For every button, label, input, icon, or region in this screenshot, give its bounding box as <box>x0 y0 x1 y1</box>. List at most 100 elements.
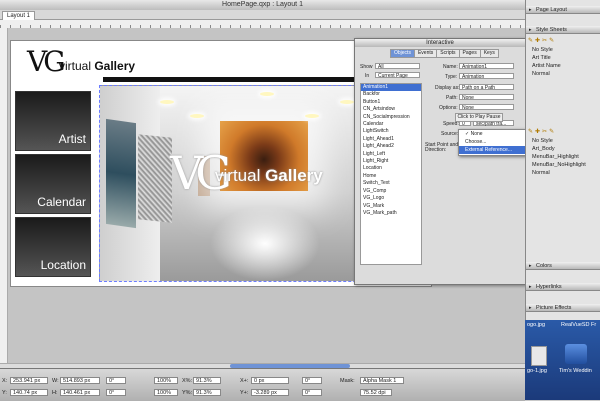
char-style-item[interactable]: Normal <box>532 170 550 176</box>
image-file-icon[interactable] <box>531 346 547 366</box>
para-style-item[interactable]: Artist Name <box>532 63 561 69</box>
menu-item-none[interactable]: ✓ None <box>459 130 525 138</box>
tab-keys[interactable]: Keys <box>479 49 499 58</box>
nav-block-artist[interactable]: Artist <box>15 91 91 151</box>
h-label: H: <box>52 390 58 396</box>
lamp-icon <box>340 100 354 104</box>
play-pause-button[interactable]: Click to Play Pause <box>455 113 503 122</box>
options-select[interactable]: None <box>459 104 514 111</box>
vertical-ruler[interactable] <box>0 28 8 363</box>
x-field[interactable]: 253.941 px <box>10 377 48 384</box>
object-list-item[interactable]: CN_Socialmpression <box>361 114 421 121</box>
show-select[interactable]: All <box>375 63 420 70</box>
para-style-item[interactable]: No Style <box>532 47 553 53</box>
object-list-item[interactable]: Button1 <box>361 99 421 106</box>
overlay-text-light: virtual <box>215 166 266 185</box>
nav-block-location[interactable]: Location <box>15 217 91 277</box>
overlay-text-bold: Gallery <box>265 166 323 185</box>
object-list-item[interactable]: Light_Ahead2 <box>361 143 421 150</box>
y-field[interactable]: 140.74 px <box>10 389 48 396</box>
object-list-item[interactable]: Light_Ahead1 <box>361 136 421 143</box>
measurements-palette: X: 253.941 px Y: 140.74 px W: 514.893 px… <box>0 368 525 401</box>
object-list-item[interactable]: VG_Mark <box>361 203 421 210</box>
object-list-item[interactable]: VG_Mark_path <box>361 210 421 217</box>
ypct-field[interactable]: 91.3% <box>193 389 221 396</box>
tab-scripts[interactable]: Scripts <box>436 49 460 58</box>
gallery-painting <box>138 134 172 223</box>
skew-field[interactable]: 0° <box>106 389 126 396</box>
x-label: X: <box>2 378 8 384</box>
yplus-field[interactable]: -3.289 px <box>251 389 289 396</box>
style-sheet-toolbar[interactable]: ✎✚✂✎ <box>528 37 556 45</box>
interactive-palette[interactable]: Interactive Objects Events Scripts Pages Key… <box>354 38 526 285</box>
xpct-field[interactable]: 91.3% <box>193 377 221 384</box>
opacity-field[interactable]: 100% <box>154 377 178 384</box>
object-list-item[interactable]: VG_Comp <box>361 188 421 195</box>
desktop-file[interactable]: Tim's Weddin <box>559 368 592 374</box>
type-select[interactable]: Animation <box>459 73 514 80</box>
logo-text[interactable]: virtual Gallery <box>59 59 135 73</box>
object-list-item[interactable]: Switch_Text <box>361 180 421 187</box>
tab-pages[interactable]: Pages <box>458 49 481 58</box>
w-label: W: <box>52 378 59 384</box>
xplus-field[interactable]: 0 px <box>251 377 289 384</box>
object-list-item[interactable]: CN_Artsindow <box>361 106 421 113</box>
char-style-item[interactable]: No Style <box>532 138 553 144</box>
w-field[interactable]: 514.893 px <box>60 377 100 384</box>
nav-block-calendar[interactable]: Calendar <box>15 154 91 214</box>
object-list-item[interactable]: Home <box>361 173 421 180</box>
in-select[interactable]: Current Page <box>375 72 420 79</box>
desktop-file[interactable]: ogo.jpg <box>527 322 545 328</box>
menu-item-choose[interactable]: Choose... <box>459 138 525 146</box>
yplus-label: Y+: <box>240 390 249 396</box>
options-label: Options: <box>439 105 458 111</box>
picture-skew-field[interactable]: 0° <box>302 389 322 396</box>
desktop-file[interactable]: go-1.jpg <box>527 368 547 374</box>
logo-mark[interactable]: VG <box>27 45 66 78</box>
object-list-item[interactable]: Calendar <box>361 121 421 128</box>
object-list-item[interactable]: Light_Left <box>361 151 421 158</box>
effective-resolution-field: 75.52 dpi <box>360 389 392 396</box>
picture-angle-field[interactable]: 0° <box>302 377 322 384</box>
shade-field[interactable]: 100% <box>154 389 178 396</box>
char-style-item[interactable]: MenuBar_Highlight <box>532 154 579 160</box>
picture-effects-header[interactable]: Picture Effects <box>526 304 600 312</box>
tab-layout-1[interactable]: Layout 1 <box>2 11 36 20</box>
desktop-file[interactable]: RealVueSD Fr <box>561 322 596 328</box>
nav-label-calendar: Calendar <box>37 195 86 209</box>
overlay-logo-text: virtual Gallery <box>215 166 323 186</box>
display-select[interactable]: Path on a Path <box>459 84 514 91</box>
mask-label: Mask: <box>340 378 355 384</box>
tab-objects[interactable]: Objects <box>390 49 415 58</box>
colors-header[interactable]: Colors <box>526 262 600 270</box>
menu-item-external-reference[interactable]: External Reference... <box>459 146 525 154</box>
object-list-item[interactable]: VG_Logo <box>361 195 421 202</box>
source-popup-menu[interactable]: ✓ None Choose... External Reference... <box>458 129 526 156</box>
object-list[interactable]: Animation1 Backfor Button1 CN_Artsindow CN_S… <box>360 83 422 265</box>
tab-events[interactable]: Events <box>413 49 438 58</box>
hyperlinks-header[interactable]: Hyperlinks <box>526 283 600 291</box>
char-style-toolbar[interactable]: ✎✚✂✎ <box>528 128 556 136</box>
rotation-field[interactable]: 0° <box>106 377 126 384</box>
xpct-label: X%: <box>182 378 193 384</box>
folder-icon[interactable] <box>565 344 587 364</box>
object-list-item[interactable]: Backfor <box>361 91 421 98</box>
object-list-item[interactable]: Animation1 <box>361 84 421 92</box>
name-field[interactable]: Animation1 <box>459 63 514 70</box>
para-style-item[interactable]: Art Title <box>532 55 551 61</box>
para-style-item[interactable]: Normal <box>532 71 550 77</box>
object-list-item[interactable]: Location <box>361 165 421 172</box>
interactive-palette-title[interactable]: Interactive <box>355 39 525 47</box>
h-field[interactable]: 140.461 px <box>60 389 100 396</box>
page-layout-header[interactable]: Page Layout <box>526 6 600 14</box>
palette-dock: Page Layout Style Sheets ✎✚✂✎ No Style A… <box>525 0 600 320</box>
char-style-item[interactable]: Art_Body <box>532 146 555 152</box>
mask-select[interactable]: Alpha Mask 1 <box>360 377 404 384</box>
char-style-item[interactable]: MenuBar_NoHighlight <box>532 162 586 168</box>
ypct-label: Y%: <box>182 390 193 396</box>
object-list-item[interactable]: Light_Right <box>361 158 421 165</box>
path-select[interactable]: None <box>459 94 514 101</box>
object-list-item[interactable]: LightSwitch <box>361 128 421 135</box>
style-sheets-header[interactable]: Style Sheets <box>526 26 600 34</box>
lamp-icon <box>160 100 174 104</box>
